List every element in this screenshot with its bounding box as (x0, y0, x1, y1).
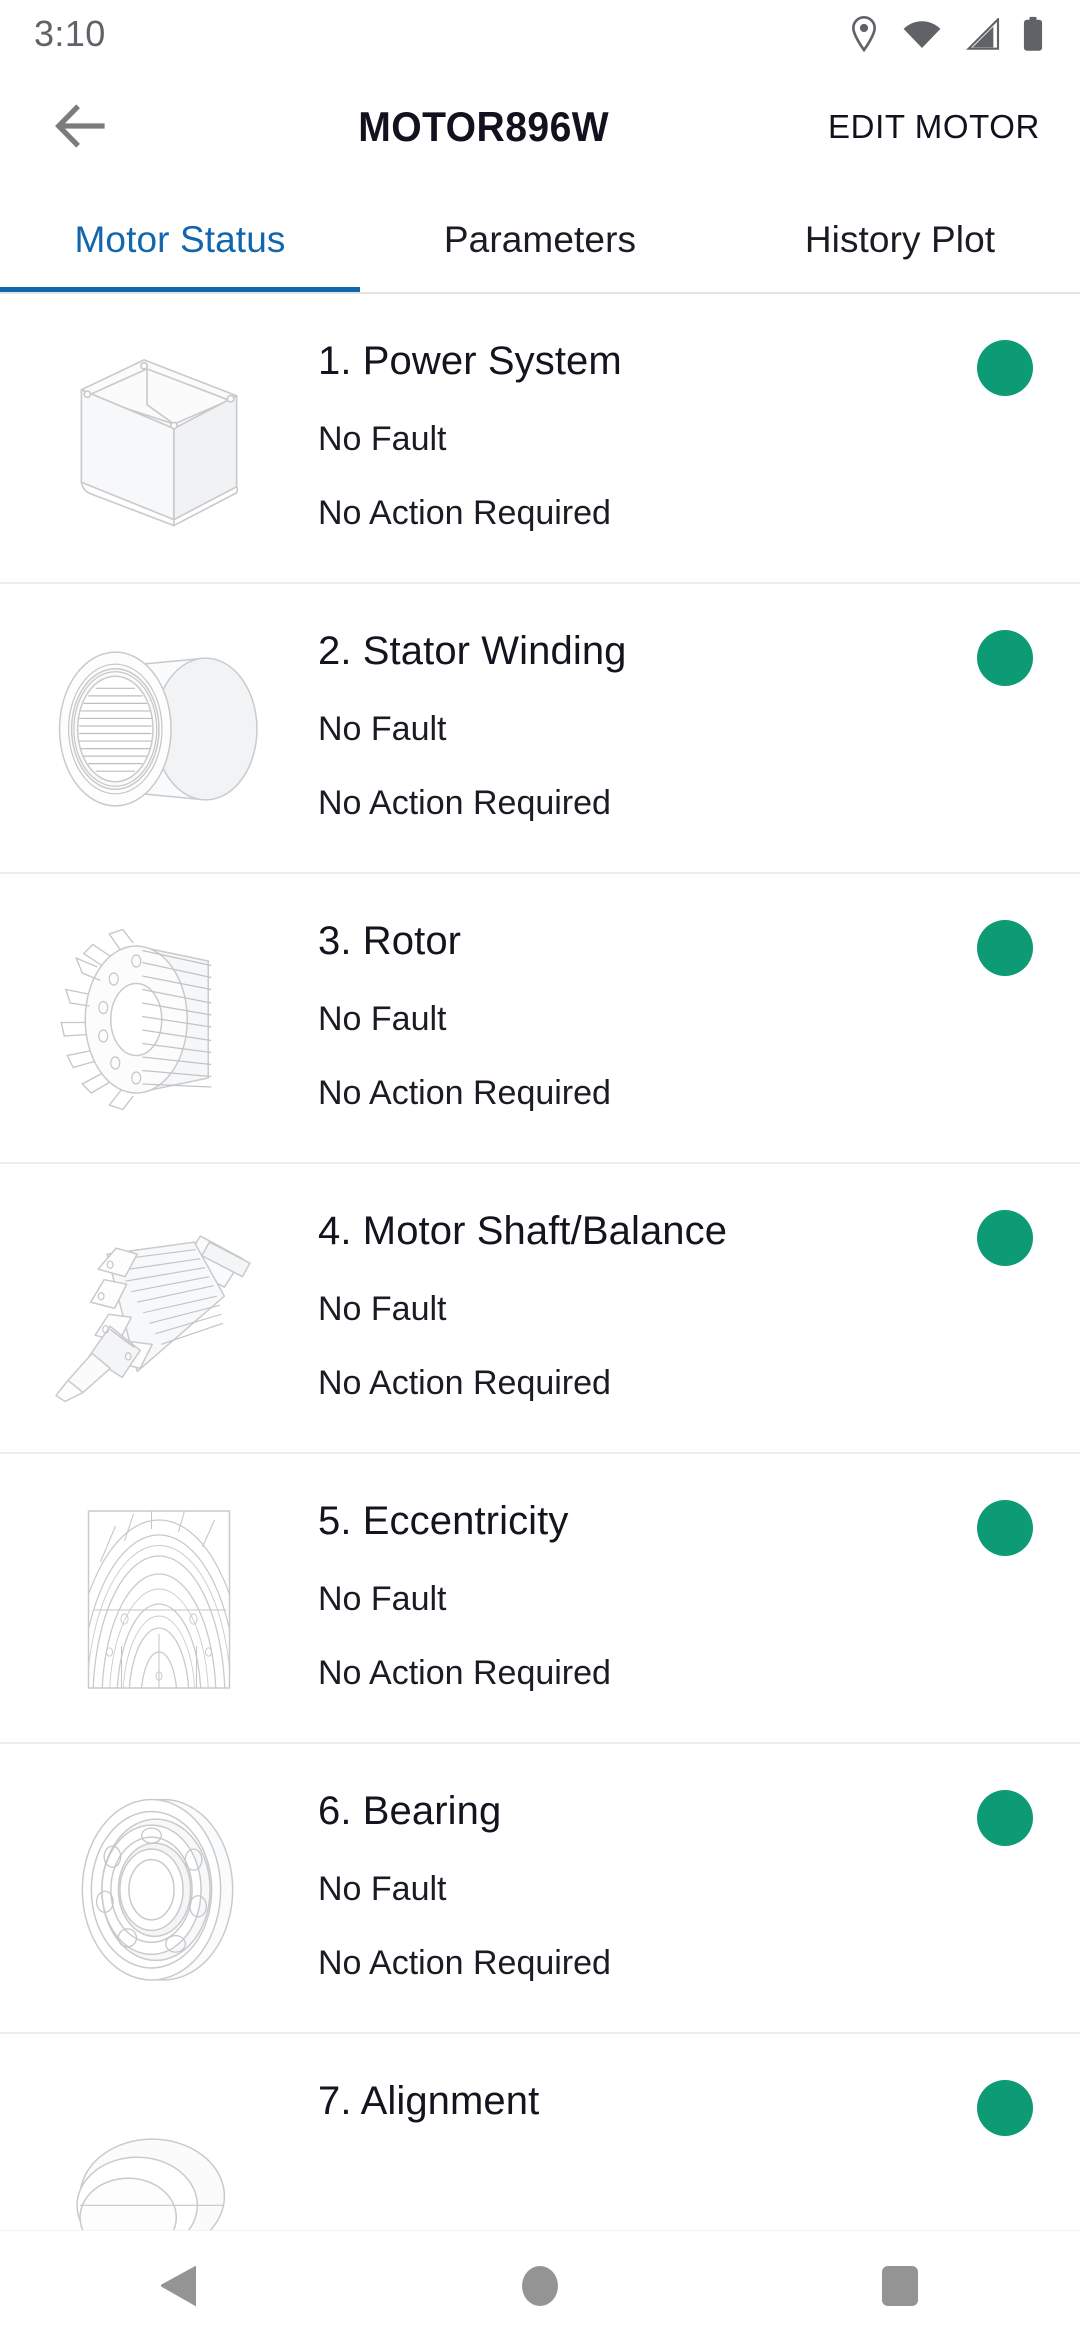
row-status-indicator (930, 1454, 1080, 1744)
status-bar: 3:10 (0, 0, 1080, 68)
stator-winding-icon (49, 634, 269, 824)
tab-history-plot-label: History Plot (804, 219, 996, 260)
row-text-block: 3. Rotor No Fault No Action Required (318, 874, 930, 1110)
status-bar-icons (848, 15, 1044, 53)
nav-home-circle-icon (520, 2264, 560, 2308)
status-badge (977, 1210, 1033, 1266)
row-action-status: No Action Required (318, 1074, 611, 1112)
wifi-icon (902, 18, 942, 50)
row-status-indicator (930, 584, 1080, 874)
row-fault-status: No Fault (318, 1000, 447, 1038)
row-action-status: No Action Required (318, 1944, 611, 1982)
tab-motor-status[interactable]: Motor Status (0, 186, 360, 294)
status-badge (977, 2080, 1033, 2136)
rotor-icon (52, 922, 267, 1117)
row-action-status: No Action Required (318, 494, 611, 532)
row-title: 7. Alignment (318, 2079, 540, 2123)
row-thumbnail (0, 584, 318, 874)
battery-icon (1022, 16, 1044, 52)
nav-back-triangle-icon (158, 2262, 202, 2310)
row-fault-status: No Fault (318, 1580, 447, 1618)
row-text-block: 2. Stator Winding No Fault No Action Req… (318, 584, 930, 820)
row-title: 3. Rotor (318, 919, 462, 963)
status-bar-clock: 3:10 (34, 13, 106, 54)
table-row[interactable]: 7. Alignment (0, 2034, 1080, 2230)
row-thumbnail (0, 1454, 318, 1744)
row-thumbnail (0, 2034, 318, 2230)
table-row[interactable]: 3. Rotor No Fault No Action Required (0, 874, 1080, 1164)
back-button[interactable] (34, 79, 130, 175)
row-fault-status: No Fault (318, 420, 447, 458)
table-row[interactable]: 2. Stator Winding No Fault No Action Req… (0, 584, 1080, 874)
row-thumbnail (0, 294, 318, 584)
status-badge (977, 630, 1033, 686)
nav-back-button[interactable] (100, 2231, 260, 2340)
row-thumbnail (0, 1164, 318, 1454)
row-title: 5. Eccentricity (318, 1499, 569, 1543)
row-status-indicator (930, 2034, 1080, 2230)
row-text-block: 7. Alignment (318, 2034, 930, 2162)
nav-recents-button[interactable] (820, 2231, 980, 2340)
table-row[interactable]: 6. Bearing No Fault No Action Required (0, 1744, 1080, 2034)
row-thumbnail (0, 1744, 318, 2034)
row-title: 4. Motor Shaft/Balance (318, 1209, 728, 1253)
tab-history-plot[interactable]: History Plot (720, 186, 1080, 294)
status-badge (977, 1500, 1033, 1556)
nav-recents-square-icon (880, 2264, 920, 2308)
row-status-indicator (930, 874, 1080, 1164)
row-fault-status: No Fault (318, 1870, 447, 1908)
status-badge (977, 1790, 1033, 1846)
row-action-status: No Action Required (318, 1654, 611, 1692)
page-title: MOTOR896W (358, 103, 610, 150)
row-text-block: 6. Bearing No Fault No Action Required (318, 1744, 930, 1980)
row-text-block: 5. Eccentricity No Fault No Action Requi… (318, 1454, 930, 1690)
app-screen: 3:10 MOTOR896W EDIT MOTOR Motor Status P… (0, 0, 1080, 2340)
row-text-block: 1. Power System No Fault No Action Requi… (318, 294, 930, 530)
row-title: 1. Power System (318, 339, 622, 383)
arrow-left-icon (55, 103, 109, 152)
android-navigation-bar (0, 2230, 1080, 2340)
table-row[interactable]: 5. Eccentricity No Fault No Action Requi… (0, 1454, 1080, 1744)
power-system-box-icon (54, 339, 264, 539)
tab-parameters-label: Parameters (443, 219, 637, 260)
motor-status-list[interactable]: 1. Power System No Fault No Action Requi… (0, 294, 1080, 2230)
tab-parameters[interactable]: Parameters (360, 186, 720, 294)
row-text-block: 4. Motor Shaft/Balance No Fault No Actio… (318, 1164, 930, 1400)
tab-bar: Motor Status Parameters History Plot (0, 186, 1080, 294)
tab-motor-status-label: Motor Status (74, 219, 286, 260)
app-bar: MOTOR896W EDIT MOTOR (0, 68, 1080, 186)
row-thumbnail (0, 874, 318, 1164)
row-status-indicator (930, 294, 1080, 584)
row-action-status: No Action Required (318, 784, 611, 822)
row-fault-status: No Fault (318, 710, 447, 748)
row-action-status: No Action Required (318, 1364, 611, 1402)
nav-home-button[interactable] (460, 2231, 620, 2340)
location-icon (848, 15, 880, 53)
edit-motor-button[interactable]: EDIT MOTOR (828, 108, 1052, 146)
row-status-indicator (930, 1744, 1080, 2034)
status-badge (977, 920, 1033, 976)
motor-shaft-icon (44, 1209, 274, 1409)
eccentricity-icon (64, 1502, 254, 1697)
alignment-icon (59, 2079, 259, 2230)
status-badge (977, 340, 1033, 396)
row-status-indicator (930, 1164, 1080, 1454)
table-row[interactable]: 4. Motor Shaft/Balance No Fault No Actio… (0, 1164, 1080, 1454)
row-title: 2. Stator Winding (318, 629, 627, 673)
cellular-signal-icon (964, 18, 1000, 50)
bearing-icon (64, 1789, 254, 1989)
table-row[interactable]: 1. Power System No Fault No Action Requi… (0, 294, 1080, 584)
row-fault-status: No Fault (318, 1290, 447, 1328)
row-title: 6. Bearing (318, 1789, 502, 1833)
